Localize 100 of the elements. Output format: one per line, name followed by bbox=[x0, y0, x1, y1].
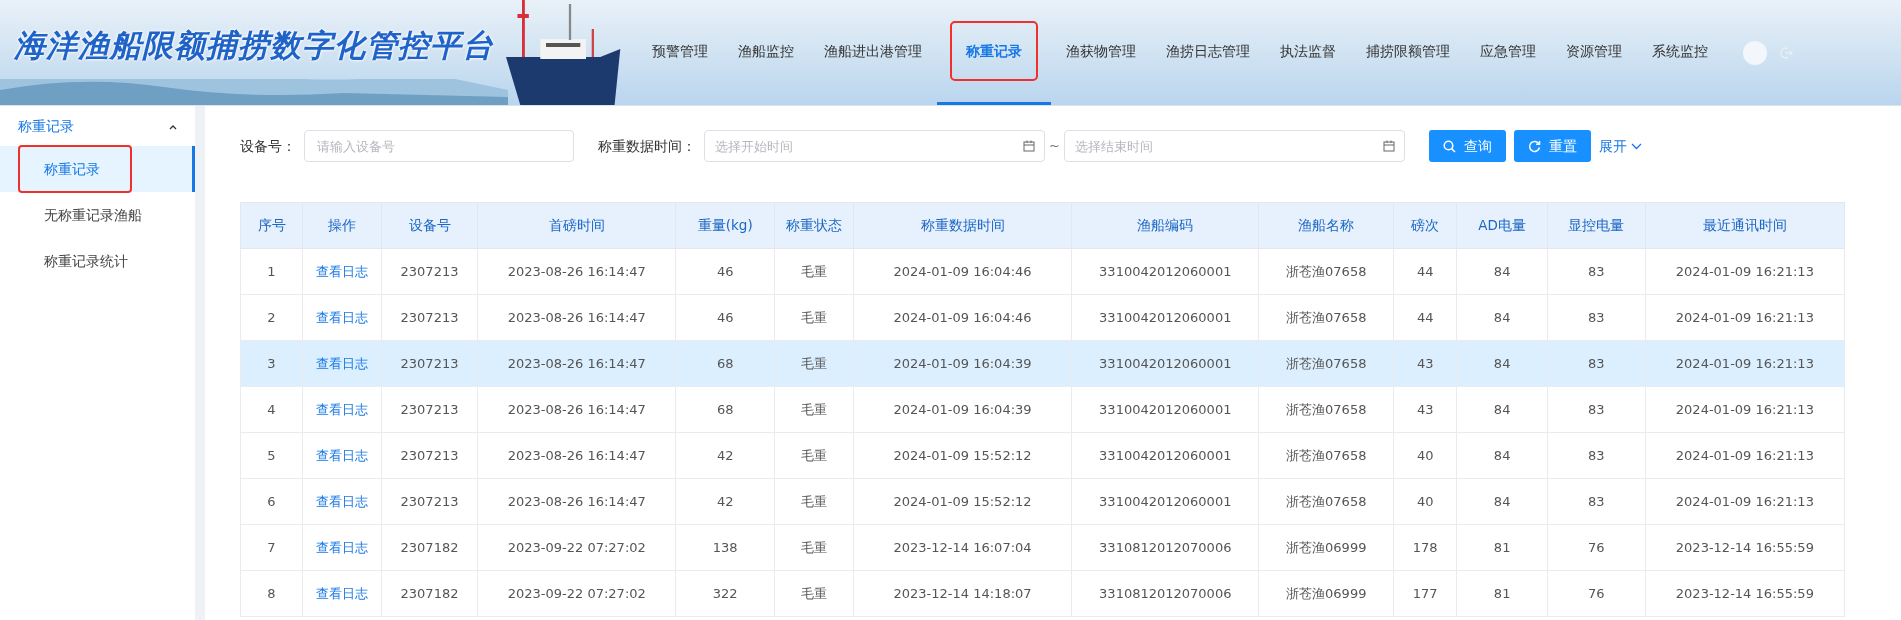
table-cell: 81 bbox=[1456, 524, 1548, 571]
table-cell: 3310042012060001 bbox=[1071, 340, 1259, 387]
table-cell: 2024-01-09 16:04:46 bbox=[853, 248, 1072, 295]
column-header: 渔船名称 bbox=[1258, 202, 1394, 249]
table-cell: 84 bbox=[1456, 478, 1548, 525]
table-cell: 毛重 bbox=[774, 432, 854, 479]
table-cell: 2307213 bbox=[381, 248, 478, 295]
table-cell: 2024-01-09 16:21:13 bbox=[1645, 478, 1845, 525]
table-cell: 2024-01-09 16:21:13 bbox=[1645, 340, 1845, 387]
table-cell: 毛重 bbox=[774, 570, 854, 617]
table-cell: 46 bbox=[675, 294, 775, 341]
table-cell: 43 bbox=[1393, 386, 1457, 433]
table-row[interactable]: 6 查看日志 2307213 2023-08-26 16:14:47 42 毛重 2024-01-09 15:52:12 3310042012060001 浙苍渔07658 40 84 83 2024-01-09 16:21:13 bbox=[240, 478, 1845, 525]
nav-tab[interactable]: 应急管理 bbox=[1465, 0, 1551, 105]
table-row[interactable]: 3 查看日志 2307213 2023-08-26 16:14:47 68 毛重 2024-01-09 16:04:39 3310042012060001 浙苍渔07658 43 84 83 2024-01-09 16:21:13 bbox=[240, 340, 1845, 387]
table-row[interactable]: 8 查看日志 2307182 2023-09-22 07:27:02 322 毛重 2023-12-14 14:18:07 3310812012070006 浙苍渔06999 177 81 76 2023-12-14 16:55:59 bbox=[240, 570, 1845, 617]
table-cell: 2307213 bbox=[381, 294, 478, 341]
table-row[interactable]: 7 查看日志 2307182 2023-09-22 07:27:02 138 毛重 2023-12-14 16:07:04 3310812012070006 浙苍渔06999 178 81 76 2023-12-14 16:55:59 bbox=[240, 524, 1845, 571]
table-cell: 83 bbox=[1547, 248, 1646, 295]
date-field[interactable]: 选择结束时间 bbox=[1063, 130, 1405, 162]
column-header: 首磅时间 bbox=[477, 202, 676, 249]
nav-tab[interactable]: 渔获物管理 bbox=[1051, 0, 1151, 105]
column-header: 设备号 bbox=[381, 202, 478, 249]
table-cell: 毛重 bbox=[774, 340, 854, 387]
table-cell: 46 bbox=[675, 248, 775, 295]
table-cell: 浙苍渔06999 bbox=[1258, 524, 1394, 571]
table-cell: 2307182 bbox=[381, 570, 478, 617]
sidebar-item[interactable]: 无称重记录渔船 bbox=[0, 192, 195, 238]
table-cell: 2307213 bbox=[381, 340, 478, 387]
table-cell: 44 bbox=[1393, 248, 1457, 295]
column-header: 重量(kg) bbox=[675, 202, 775, 249]
device-input[interactable]: 请输入设备号 bbox=[304, 130, 574, 162]
table-row[interactable]: 4 查看日志 2307213 2023-08-26 16:14:47 68 毛重 2024-01-09 16:04:39 3310042012060001 浙苍渔07658 43 84 83 2024-01-09 16:21:13 bbox=[240, 386, 1845, 433]
table-row[interactable]: 1 查看日志 2307213 2023-08-26 16:14:47 46 毛重 2024-01-09 16:04:46 3310042012060001 浙苍渔07658 44 84 83 2024-01-09 16:21:13 bbox=[240, 248, 1845, 295]
table-cell: 浙苍渔06999 bbox=[1258, 570, 1394, 617]
field-label: 设备号： bbox=[240, 136, 296, 156]
sidebar-item[interactable]: 称重记录 bbox=[0, 146, 195, 192]
table-cell: 2023-12-14 14:18:07 bbox=[853, 570, 1072, 617]
column-header: 序号 bbox=[240, 202, 303, 249]
table-cell: 5 bbox=[240, 432, 303, 479]
table-cell: 42 bbox=[675, 478, 775, 525]
nav-tab[interactable]: 捕捞限额管理 bbox=[1351, 0, 1465, 105]
table-cell: 2024-01-09 16:21:13 bbox=[1645, 294, 1845, 341]
column-header: 称重数据时间 bbox=[853, 202, 1072, 249]
table-cell: 2307213 bbox=[381, 432, 478, 479]
table-cell: 浙苍渔07658 bbox=[1258, 294, 1394, 341]
table-cell: 3310812012070006 bbox=[1071, 570, 1259, 617]
table-cell: 322 bbox=[675, 570, 775, 617]
sidebar-group[interactable]: 称重记录 bbox=[0, 106, 195, 146]
table-cell: 177 bbox=[1393, 570, 1457, 617]
table-cell: 76 bbox=[1547, 524, 1646, 571]
table-cell: 84 bbox=[1456, 432, 1548, 479]
nav-tab[interactable]: 系统监控 bbox=[1637, 0, 1723, 105]
nav-tab[interactable]: 渔捞日志管理 bbox=[1151, 0, 1265, 105]
table-cell: 8 bbox=[240, 570, 303, 617]
table-cell: 2023-12-14 16:55:59 bbox=[1645, 570, 1845, 617]
app-title: 海洋渔船限额捕捞数字化管控平台 bbox=[14, 26, 495, 66]
column-header: AD电量 bbox=[1456, 202, 1548, 249]
column-header: 称重状态 bbox=[774, 202, 854, 249]
table-cell: 浙苍渔07658 bbox=[1258, 248, 1394, 295]
table-cell: 84 bbox=[1456, 294, 1548, 341]
table-cell: 40 bbox=[1393, 432, 1457, 479]
table-cell: 7 bbox=[240, 524, 303, 571]
column-header: 渔船编码 bbox=[1071, 202, 1259, 249]
table-cell: 2024-01-09 16:21:13 bbox=[1645, 386, 1845, 433]
table-cell: 83 bbox=[1547, 386, 1646, 433]
table-cell: 2 bbox=[240, 294, 303, 341]
table-cell: 浙苍渔07658 bbox=[1258, 432, 1394, 479]
table-cell: 2023-09-22 07:27:02 bbox=[477, 524, 676, 571]
nav-tab[interactable]: 资源管理 bbox=[1551, 0, 1637, 105]
table-cell: 83 bbox=[1547, 478, 1646, 525]
nav-tab[interactable]: 渔船监控 bbox=[723, 0, 809, 105]
nav-tab[interactable]: 执法监督 bbox=[1265, 0, 1351, 105]
table-cell: 2307182 bbox=[381, 524, 478, 571]
table-cell: 毛重 bbox=[774, 248, 854, 295]
table-cell: 2023-08-26 16:14:47 bbox=[477, 340, 676, 387]
table-cell: 毛重 bbox=[774, 294, 854, 341]
table-cell: 42 bbox=[675, 432, 775, 479]
column-header: 磅次 bbox=[1393, 202, 1457, 249]
table-row[interactable]: 5 查看日志 2307213 2023-08-26 16:14:47 42 毛重 2024-01-09 15:52:12 3310042012060001 浙苍渔07658 40 84 83 2024-01-09 16:21:13 bbox=[240, 432, 1845, 479]
table-cell: 44 bbox=[1393, 294, 1457, 341]
table-row[interactable]: 2 查看日志 2307213 2023-08-26 16:14:47 46 毛重 2024-01-09 16:04:46 3310042012060001 浙苍渔07658 44 84 83 2024-01-09 16:21:13 bbox=[240, 294, 1845, 341]
table-cell: 3310042012060001 bbox=[1071, 386, 1259, 433]
table-cell: 4 bbox=[240, 386, 303, 433]
table-cell: 43 bbox=[1393, 340, 1457, 387]
date-field[interactable]: 选择开始时间 bbox=[704, 130, 1045, 162]
column-header: 操作 bbox=[302, 202, 382, 249]
table-cell: 2024-01-09 16:21:13 bbox=[1645, 432, 1845, 479]
nav-tab[interactable]: 预警管理 bbox=[637, 0, 723, 105]
table-cell: 2307213 bbox=[381, 386, 478, 433]
expand-link[interactable]: 展开 bbox=[1598, 135, 1642, 157]
column-header: 最近通讯时间 bbox=[1645, 202, 1845, 249]
table-cell: 3310812012070006 bbox=[1071, 524, 1259, 571]
nav-tab[interactable]: 渔船进出港管理 bbox=[809, 0, 937, 105]
range-separator: ~ bbox=[1049, 137, 1060, 156]
table-cell: 81 bbox=[1456, 570, 1548, 617]
table-cell: 76 bbox=[1547, 570, 1646, 617]
sidebar-item[interactable]: 称重记录统计 bbox=[0, 238, 195, 284]
table-cell: 2023-12-14 16:07:04 bbox=[853, 524, 1072, 571]
table-cell: 1 bbox=[240, 248, 303, 295]
